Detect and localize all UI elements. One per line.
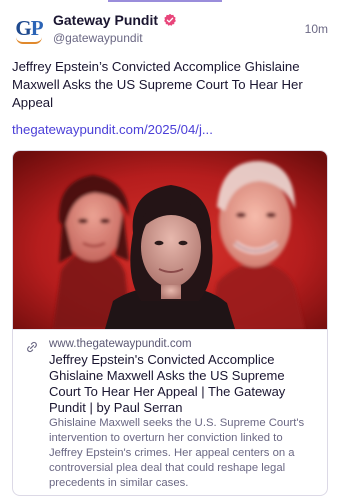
link-preview-card[interactable]: www.thegatewaypundit.com Jeffrey Epstein… xyxy=(12,150,328,496)
link-icon xyxy=(27,341,37,353)
post-header: GP Gateway Pundit @gatewaypundit 10m xyxy=(0,0,340,56)
post-timestamp[interactable]: 10m xyxy=(305,22,328,36)
avatar-swoosh xyxy=(16,37,42,44)
author-handle[interactable]: @gatewaypundit xyxy=(53,31,143,45)
card-title[interactable]: Jeffrey Epstein's Convicted Accomplice G… xyxy=(49,352,315,416)
post-link[interactable]: thegatewaypundit.com/2025/04/j... xyxy=(12,122,213,137)
author-name[interactable]: Gateway Pundit xyxy=(53,12,158,28)
card-description: Ghislaine Maxwell seeks the U.S. Supreme… xyxy=(49,417,305,489)
avatar-logo-text: GP xyxy=(15,16,43,40)
avatar[interactable]: GP xyxy=(12,14,46,48)
post-text: Jeffrey Epstein’s Convicted Accomplice G… xyxy=(12,59,303,110)
verified-badge-icon xyxy=(164,13,176,26)
card-thumbnail-image[interactable] xyxy=(13,151,328,329)
card-domain: www.thegatewaypundit.com xyxy=(49,338,192,350)
card-meta: www.thegatewaypundit.com Jeffrey Epstein… xyxy=(13,329,327,495)
name-row: Gateway Pundit xyxy=(53,12,177,28)
